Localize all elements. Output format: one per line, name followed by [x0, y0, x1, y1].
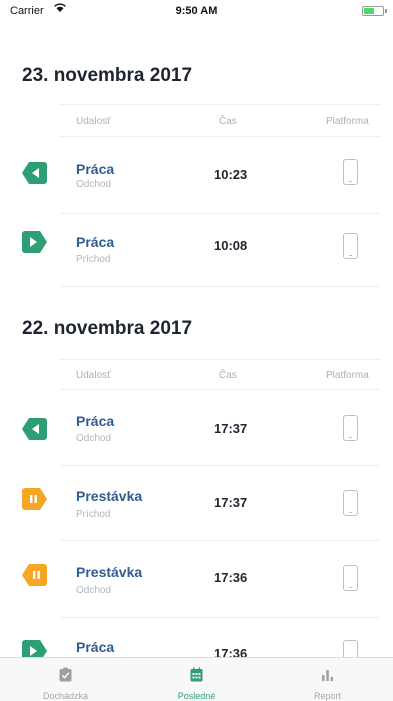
event-title: Práca: [76, 413, 115, 429]
divider: [60, 286, 380, 287]
event-time: 17:37: [214, 421, 248, 436]
column-header-event: Udalosť: [76, 116, 111, 127]
event-subtitle: Odchod: [76, 179, 112, 190]
calendar-icon: [189, 667, 204, 682]
event-time: 17:36: [214, 570, 248, 585]
column-header-platform: Platforma: [326, 370, 369, 381]
event-title: Prestávka: [76, 488, 143, 504]
arrival-icon: [22, 640, 47, 657]
divider: [60, 136, 380, 137]
phone-icon: [343, 233, 358, 259]
tab-recent[interactable]: Posledné: [131, 658, 262, 701]
tab-report[interactable]: Report: [262, 658, 393, 701]
divider: [60, 540, 380, 541]
event-time: 10:23: [214, 167, 248, 182]
divider: [60, 213, 380, 214]
tab-attendance[interactable]: Dochádzka: [0, 658, 131, 701]
event-time: 10:08: [214, 238, 248, 253]
clipboard-check-icon: [58, 667, 73, 682]
divider: [60, 104, 380, 105]
column-header-platform: Platforma: [326, 116, 369, 127]
pause-arrival-icon: [22, 488, 47, 510]
event-subtitle: Odchod: [76, 433, 112, 444]
arrival-icon: [22, 231, 47, 253]
recent-events-list[interactable]: 23. novembra 2017 Udalosť Čas Platforma …: [0, 22, 393, 657]
divider: [60, 465, 380, 466]
bar-chart-icon: [320, 667, 335, 682]
status-time: 9:50 AM: [175, 5, 218, 17]
phone-icon: [343, 640, 358, 657]
column-header-time: Čas: [219, 370, 237, 381]
column-header-event: Udalosť: [76, 370, 111, 381]
event-subtitle: Odchod: [76, 585, 112, 596]
day-title: 22. novembra 2017: [22, 318, 193, 339]
departure-icon: [22, 418, 47, 440]
phone-icon: [343, 415, 358, 441]
tab-label: Report: [313, 691, 341, 701]
event-subtitle: Príchod: [76, 509, 111, 520]
divider: [60, 359, 380, 360]
tab-label: Dochádzka: [42, 691, 89, 701]
event-title: Práca: [76, 161, 115, 177]
phone-icon: [343, 159, 358, 185]
column-header-time: Čas: [219, 116, 237, 127]
event-title: Práca: [76, 234, 115, 250]
tab-label: Posledné: [177, 691, 216, 701]
tab-bar: Dochádzka Posledné Report: [0, 657, 393, 701]
phone-icon: [343, 565, 358, 591]
event-subtitle: Príchod: [76, 254, 111, 265]
divider: [60, 617, 380, 618]
event-time: 17:36: [214, 646, 248, 657]
divider: [60, 389, 380, 390]
event-time: 17:37: [214, 495, 248, 510]
departure-icon: [22, 162, 47, 184]
phone-icon: [343, 490, 358, 516]
pause-departure-icon: [22, 564, 47, 586]
status-bar: Carrier 9:50 AM: [0, 0, 393, 22]
day-title: 23. novembra 2017: [22, 65, 193, 86]
event-title: Prestávka: [76, 564, 143, 580]
battery-icon: [362, 6, 387, 16]
event-title: Práca: [76, 639, 115, 655]
